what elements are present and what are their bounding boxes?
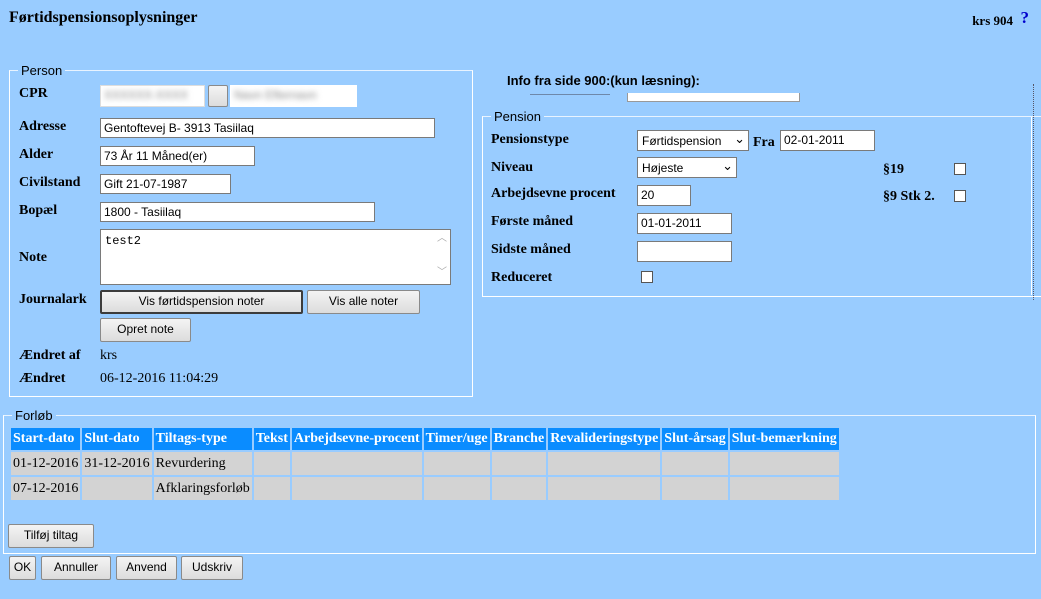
screen-code: krs 904 [972, 13, 1013, 28]
note-text: test2 [105, 234, 142, 248]
age-field[interactable]: 73 År 11 Måned(er) [100, 146, 255, 166]
cell [729, 452, 839, 475]
cell: Revurdering [153, 452, 252, 475]
ok-button[interactable]: OK [9, 556, 36, 580]
cell [491, 452, 547, 475]
scroll-down-icon[interactable]: ﹀ [437, 267, 447, 281]
col-rehab-type[interactable]: Revalideringstype [548, 428, 661, 450]
cell [82, 477, 152, 500]
cpr-label: CPR [19, 86, 48, 101]
age-label: Alder [19, 147, 54, 162]
par9-checkbox[interactable] [954, 190, 966, 202]
last-month-label: Sidste måned [491, 242, 571, 257]
level-select[interactable]: Højeste ⌄ [637, 157, 737, 178]
cpr-lookup-button[interactable] [208, 85, 228, 107]
cell [423, 452, 490, 475]
show-pension-notes-button[interactable]: Vis førtidspension noter [100, 290, 303, 314]
changed-by-value: krs [100, 348, 118, 363]
par9-label: §9 Stk 2. [883, 189, 935, 204]
last-month-field[interactable] [637, 241, 732, 262]
changed-by-label: Ændret af [19, 348, 81, 363]
col-end-date[interactable]: Slut-dato [82, 428, 152, 450]
cell [491, 477, 547, 500]
cell: 01-12-2016 [11, 452, 81, 475]
reduced-checkbox[interactable] [641, 271, 653, 283]
cell: 07-12-2016 [11, 477, 81, 500]
cpr-name-field: Navn Efternavn [230, 85, 357, 107]
create-note-button[interactable]: Opret note [100, 318, 191, 342]
col-branch[interactable]: Branche [491, 428, 547, 450]
par19-label: §19 [883, 162, 904, 177]
page-scrollbar[interactable] [1033, 84, 1039, 300]
residence-field[interactable]: 1800 - Tasiilaq [100, 202, 375, 222]
capacity-field[interactable]: 20 [637, 185, 691, 206]
changed-value: 06-12-2016 11:04:29 [100, 371, 219, 386]
show-all-notes-button[interactable]: Vis alle noter [307, 290, 420, 314]
add-measure-button[interactable]: Tilføj tiltag [8, 524, 94, 548]
person-legend: Person [21, 63, 63, 78]
cell [253, 477, 290, 500]
cell: Afklaringsforløb [153, 477, 252, 500]
cell [548, 477, 661, 500]
pension-right-border [1031, 117, 1032, 295]
level-label: Niveau [491, 160, 533, 175]
table-header-row: Start-dato Slut-dato Tiltags-type Tekst … [11, 428, 839, 450]
first-month-field[interactable]: 01-01-2011 [637, 213, 732, 234]
cell: 31-12-2016 [82, 452, 152, 475]
table-row[interactable]: 01-12-2016 31-12-2016 Revurdering [11, 452, 839, 475]
cpr-name-value: Navn Efternavn [234, 88, 317, 102]
course-legend: Forløb [15, 408, 53, 423]
pension-type-select[interactable]: Førtidspension ⌄ [637, 130, 749, 151]
cell [662, 452, 728, 475]
civil-status-field[interactable]: Gift 21-07-1987 [100, 174, 231, 194]
changed-label: Ændret [19, 371, 66, 386]
from-label: Fra [753, 135, 775, 150]
reduced-label: Reduceret [491, 270, 553, 285]
par19-checkbox[interactable] [954, 163, 966, 175]
col-end-reason[interactable]: Slut-årsag [662, 428, 728, 450]
journal-label: Journalark [19, 292, 87, 307]
col-hours-week[interactable]: Timer/uge [423, 428, 490, 450]
cell [423, 477, 490, 500]
col-text[interactable]: Tekst [253, 428, 290, 450]
info900-cut-text [530, 94, 610, 98]
note-label: Note [19, 250, 47, 265]
col-end-remark[interactable]: Slut-bemærkning [729, 428, 839, 450]
info900-field [627, 93, 800, 102]
civil-status-label: Civilstand [19, 175, 81, 190]
address-field[interactable]: Gentoftevej B- 3913 Tasiilaq [100, 118, 435, 138]
pension-legend: Pension [494, 109, 541, 124]
capacity-label: Arbejdsevne procent [491, 186, 616, 201]
chevron-down-icon: ⌄ [722, 158, 733, 173]
col-measure-type[interactable]: Tiltags-type [153, 428, 252, 450]
from-field[interactable]: 02-01-2011 [780, 130, 875, 151]
cell [291, 452, 422, 475]
page-title: Førtidspensionsoplysninger [9, 9, 198, 26]
pension-type-label: Pensionstype [491, 132, 569, 147]
cpr-field[interactable]: XXXXXX-XXXX [100, 85, 205, 107]
col-capacity-percent[interactable]: Arbejdsevne-procent [291, 428, 422, 450]
table-row[interactable]: 07-12-2016 Afklaringsforløb [11, 477, 839, 500]
cell [662, 477, 728, 500]
cell [729, 477, 839, 500]
cell [548, 452, 661, 475]
info900-label: Info fra side 900:(kun læsning): [507, 73, 700, 88]
residence-label: Bopæl [19, 203, 58, 218]
first-month-label: Første måned [491, 214, 574, 229]
level-value: Højeste [642, 161, 684, 175]
note-textarea[interactable]: test2 ︿ ﹀ [100, 229, 451, 285]
cell [253, 452, 290, 475]
scroll-up-icon[interactable]: ︿ [437, 233, 447, 247]
col-start-date[interactable]: Start-dato [11, 428, 81, 450]
chevron-down-icon: ⌄ [734, 131, 745, 146]
course-table: Start-dato Slut-dato Tiltags-type Tekst … [9, 426, 841, 502]
cancel-button[interactable]: Annuller [41, 556, 111, 580]
cpr-value: XXXXXX-XXXX [104, 88, 189, 102]
address-label: Adresse [19, 119, 67, 134]
pension-type-value: Førtidspension [642, 134, 722, 148]
cell [291, 477, 422, 500]
print-button[interactable]: Udskriv [181, 556, 243, 580]
help-icon[interactable]: ? [1021, 8, 1030, 28]
apply-button[interactable]: Anvend [116, 556, 177, 580]
